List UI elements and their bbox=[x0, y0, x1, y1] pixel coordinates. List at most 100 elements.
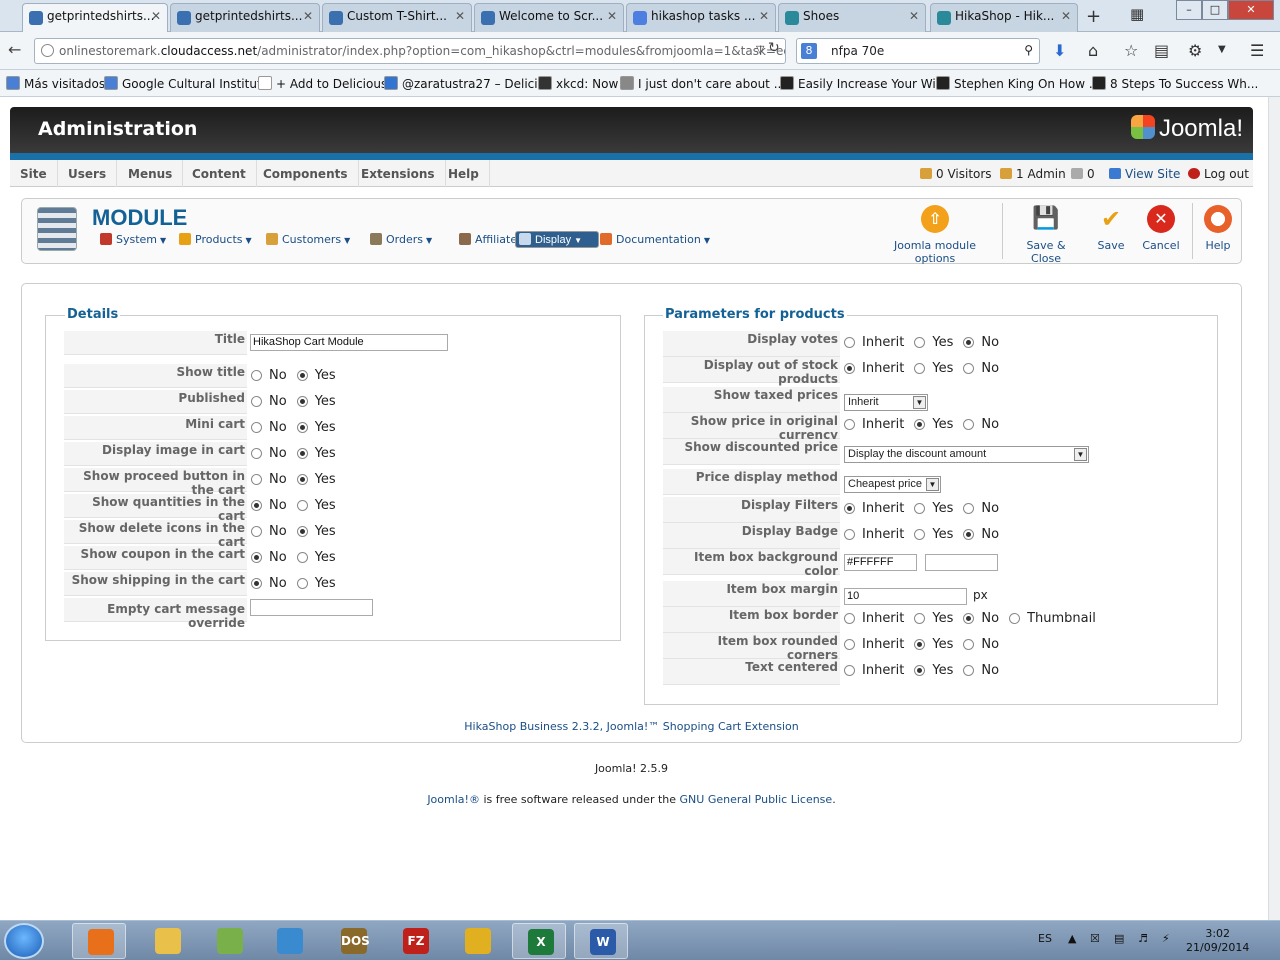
radio-button[interactable] bbox=[963, 613, 975, 624]
radio-button[interactable] bbox=[963, 419, 975, 430]
radio-option[interactable]: Yes bbox=[296, 394, 336, 409]
radio-button[interactable] bbox=[963, 363, 975, 374]
radio-button[interactable] bbox=[251, 526, 262, 537]
radio-option[interactable]: No bbox=[251, 498, 287, 513]
radio-option[interactable]: Yes bbox=[914, 663, 953, 678]
bookmark-item[interactable]: Stephen King On How ... bbox=[936, 76, 1100, 91]
taskbar-app-media[interactable] bbox=[262, 923, 316, 959]
color-input[interactable]: #FFFFFF bbox=[844, 554, 917, 571]
menu-item[interactable]: Components bbox=[253, 160, 359, 187]
taskbar-app-notepad[interactable] bbox=[202, 923, 256, 959]
browser-tab[interactable]: getprintedshirts... ✕ bbox=[170, 3, 320, 32]
radio-button[interactable] bbox=[296, 422, 308, 433]
radio-button[interactable] bbox=[963, 665, 975, 676]
browser-tab[interactable]: Custom T-Shirt... ✕ bbox=[322, 3, 472, 32]
search-engine-icon[interactable]: 8 bbox=[801, 43, 817, 59]
save-button[interactable]: ✔ Save bbox=[1093, 205, 1129, 252]
bookmark-item[interactable]: Easily Increase Your Wi... bbox=[780, 76, 947, 91]
hikashop-menu-item[interactable]: Customers ▼ bbox=[262, 231, 354, 248]
logout-link[interactable]: Log out bbox=[1188, 167, 1249, 181]
cancel-button[interactable]: ✕ Cancel bbox=[1142, 205, 1180, 252]
taskbar-app-dosbox[interactable]: DOS bbox=[326, 923, 380, 959]
radio-button[interactable] bbox=[914, 363, 926, 374]
dropdown-icon[interactable]: ▽ bbox=[756, 43, 764, 56]
url-bar[interactable]: onlinestoremark.cloudaccess.net/administ… bbox=[34, 38, 786, 64]
radio-button[interactable] bbox=[844, 337, 855, 348]
addon-icon[interactable]: ⚙ bbox=[1188, 41, 1202, 60]
radio-button[interactable] bbox=[914, 337, 926, 348]
radio-button[interactable] bbox=[844, 613, 855, 624]
select-show-taxed-prices[interactable]: Inherit ▼ bbox=[844, 394, 928, 411]
radio-button[interactable] bbox=[251, 474, 262, 485]
radio-button[interactable] bbox=[844, 503, 855, 514]
radio-option[interactable]: Yes bbox=[914, 637, 953, 652]
new-tab-button[interactable]: + bbox=[1086, 6, 1101, 27]
radio-option[interactable]: No bbox=[251, 420, 287, 435]
margin-input[interactable]: 10 bbox=[844, 588, 967, 605]
radio-option[interactable]: Yes bbox=[914, 361, 953, 376]
start-button[interactable] bbox=[4, 923, 44, 959]
radio-option[interactable]: No bbox=[251, 472, 287, 487]
radio-button[interactable] bbox=[296, 370, 308, 381]
radio-option[interactable]: No bbox=[963, 335, 999, 350]
menu-item[interactable]: Site bbox=[10, 160, 58, 187]
gpl-link[interactable]: GNU General Public License bbox=[680, 793, 833, 806]
addon-dropdown-icon[interactable]: ▼ bbox=[1218, 44, 1226, 55]
help-button[interactable]: Help bbox=[1200, 205, 1236, 252]
menu-item[interactable]: Users bbox=[58, 160, 118, 187]
radio-button[interactable] bbox=[1009, 613, 1021, 624]
radio-button[interactable] bbox=[914, 665, 926, 676]
radio-button[interactable] bbox=[296, 578, 308, 589]
search-icon[interactable]: ⚲ bbox=[1024, 43, 1033, 57]
tab-close-icon[interactable]: ✕ bbox=[1061, 9, 1071, 23]
bookmark-item[interactable]: xkcd: Now bbox=[538, 76, 618, 91]
radio-option[interactable]: Yes bbox=[914, 611, 953, 626]
home-icon[interactable]: ⌂ bbox=[1088, 41, 1098, 60]
radio-button[interactable] bbox=[296, 474, 308, 485]
radio-option[interactable]: Thumbnail bbox=[1009, 611, 1096, 626]
taskbar-app-filezilla[interactable]: FZ bbox=[388, 923, 442, 959]
search-box[interactable]: 8 nfpa 70e ⚲ bbox=[796, 38, 1040, 64]
radio-option[interactable]: No bbox=[963, 663, 999, 678]
search-input[interactable]: nfpa 70e bbox=[831, 44, 884, 58]
taskbar-app-explorer[interactable] bbox=[140, 923, 194, 959]
radio-button[interactable] bbox=[296, 396, 308, 407]
bookmark-item[interactable]: + Add to Delicious bbox=[258, 76, 387, 91]
radio-option[interactable]: No bbox=[963, 501, 999, 516]
radio-button[interactable] bbox=[251, 370, 262, 381]
radio-option[interactable]: Yes bbox=[296, 472, 336, 487]
radio-button[interactable] bbox=[914, 503, 926, 514]
clock[interactable]: 3:02 21/09/2014 bbox=[1186, 927, 1249, 955]
tray-app-icon[interactable]: ☒ bbox=[1090, 932, 1100, 945]
bookmark-item[interactable]: 8 Steps To Success Wh... bbox=[1092, 76, 1258, 91]
radio-option[interactable]: Yes bbox=[914, 527, 953, 542]
radio-option[interactable]: No bbox=[251, 576, 287, 591]
reading-list-icon[interactable]: ▤ bbox=[1154, 41, 1169, 60]
taskbar-app-firefox[interactable] bbox=[72, 923, 126, 959]
browser-tab[interactable]: Welcome to Scr... ✕ bbox=[474, 3, 624, 32]
joomla-link[interactable]: Joomla!® bbox=[427, 793, 480, 806]
tray-expand-icon[interactable]: ▲ bbox=[1068, 932, 1076, 945]
radio-button[interactable] bbox=[251, 422, 262, 433]
radio-button[interactable] bbox=[251, 396, 262, 407]
radio-button[interactable] bbox=[251, 552, 262, 563]
minimize-button[interactable]: – bbox=[1176, 0, 1202, 20]
bookmark-item[interactable]: I just don't care about ... bbox=[620, 76, 785, 91]
radio-button[interactable] bbox=[251, 448, 262, 459]
color-swatch[interactable] bbox=[925, 554, 998, 571]
select-show-discounted-price[interactable]: Display the discount amount ▼ bbox=[844, 446, 1089, 463]
radio-option[interactable]: Yes bbox=[296, 368, 336, 383]
radio-button[interactable] bbox=[914, 639, 926, 650]
volume-icon[interactable]: ♬ bbox=[1138, 932, 1148, 945]
radio-button[interactable] bbox=[963, 529, 975, 540]
radio-option[interactable]: Yes bbox=[914, 501, 953, 516]
taskbar-app-chrome[interactable] bbox=[450, 923, 504, 959]
empty-cart-input[interactable] bbox=[250, 599, 373, 616]
radio-option[interactable]: Inherit bbox=[844, 335, 904, 350]
tab-close-icon[interactable]: ✕ bbox=[759, 9, 769, 23]
radio-option[interactable]: Inherit bbox=[844, 501, 904, 516]
tab-close-icon[interactable]: ✕ bbox=[151, 9, 161, 23]
page-scrollbar[interactable] bbox=[1268, 97, 1280, 920]
radio-button[interactable] bbox=[844, 665, 855, 676]
save-close-button[interactable]: 💾 Save & Close bbox=[1010, 205, 1082, 265]
